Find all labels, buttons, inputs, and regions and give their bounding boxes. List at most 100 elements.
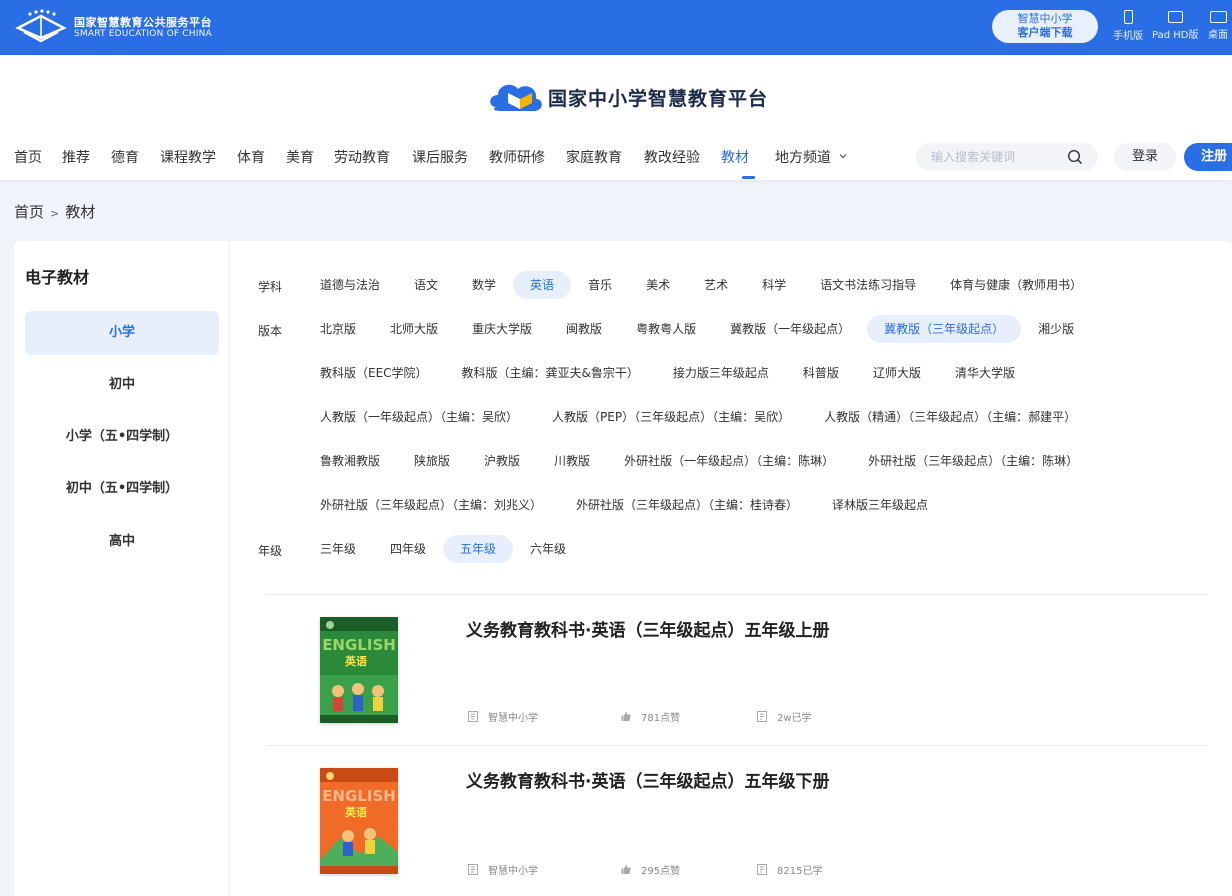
search-icon[interactable] [1067,149,1083,165]
nav-home[interactable]: 首页 [14,147,62,169]
book-learners: 8215已学 [757,862,822,877]
download-line-1: 智慧中小学 [1017,12,1073,25]
edition-option[interactable]: 北师大版 [373,315,455,343]
download-line-2: 客户端下载 [1017,26,1073,39]
edition-option[interactable]: 外研社版（一年级起点）（主编：陈琳） [607,447,851,475]
client-download-button[interactable]: 智慧中小学 客户端下载 [992,10,1098,43]
edition-option[interactable]: 闽教版 [549,315,619,343]
book-cover-art: ENGLISH 英语 [320,768,398,874]
subject-option[interactable]: 语文 [397,271,455,299]
search-input[interactable] [931,148,1061,166]
sidebar-item-senior[interactable]: 高中 [25,520,219,564]
textbook-card[interactable]: ENGLISH 英语 义务教育教科书·英语（三年级起点）五年级上册 智慧中小学 … [266,595,1208,745]
subject-option[interactable]: 语文书法练习指导 [803,271,933,299]
device-phone-label: 手机版 [1113,31,1143,42]
textbook-panel: 学科 道德与法治 语文 数学 英语 音乐 美术 艺术 科学 语文书法练习指导 体… [230,241,1232,896]
edition-filter-row: 外研社版（三年级起点）（主编：刘兆义） 外研社版（三年级起点）（主编：桂诗春） … [303,491,945,519]
breadcrumb-home[interactable]: 首页 [14,203,44,221]
login-button[interactable]: 登录 [1114,143,1176,171]
learners-count: 2w已学 [777,713,812,724]
device-desktop[interactable]: 桌面 [1208,10,1228,41]
edition-option[interactable]: 北京版 [303,315,373,343]
nav-reform[interactable]: 教改经验 [644,147,721,169]
edition-option[interactable]: 川教版 [537,447,607,475]
nav-family[interactable]: 家庭教育 [566,147,644,169]
device-phone[interactable]: 手机版 [1113,10,1143,42]
edition-option[interactable]: 重庆大学版 [455,315,549,343]
edition-option[interactable]: 冀教版（一年级起点） [713,315,867,343]
nav-local[interactable]: 地方频道 [775,147,853,169]
nav-arts[interactable]: 美育 [286,147,334,169]
subject-option[interactable]: 艺术 [687,271,745,299]
breadcrumb-separator: > [50,207,60,220]
platform-name-en: SMART EDUCATION OF CHINA [74,29,212,39]
nav-textbooks[interactable]: 教材 [721,147,775,179]
edition-option[interactable]: 外研社版（三年级起点）（主编：陈琳） [851,447,1095,475]
likes-count: 295点赞 [641,866,681,877]
sidebar-title: 电子教材 [25,268,90,287]
sidebar-item-junior-54[interactable]: 初中（五•四学制） [25,467,219,511]
platform-name: 国家智慧教育公共服务平台 [74,16,212,29]
search-box [916,143,1098,171]
edition-option-selected[interactable]: 冀教版（三年级起点） [867,315,1022,343]
edition-option[interactable]: 鲁教湘教版 [303,447,397,475]
edition-option[interactable]: 清华大学版 [938,359,1032,387]
edition-filter-row: 鲁教湘教版 陕旅版 沪教版 川教版 外研社版（一年级起点）（主编：陈琳） 外研社… [303,447,1095,475]
subject-option[interactable]: 道德与法治 [303,271,397,299]
nav-recommend[interactable]: 推荐 [62,147,111,169]
edition-option[interactable]: 人教版（精通）（三年级起点）（主编：郝建平） [807,403,1093,431]
subject-option[interactable]: 音乐 [571,271,629,299]
breadcrumb-current: 教材 [65,203,96,221]
nav-courses[interactable]: 课程教学 [160,147,237,169]
book-title[interactable]: 义务教育教科书·英语（三年级起点）五年级下册 [466,767,829,792]
sidebar-item-junior[interactable]: 初中 [25,363,219,407]
edition-filter-row: 教科版（EEC学院） 教科版（主编：龚亚夫&鲁宗干） 接力版三年级起点 科普版 … [303,359,1032,387]
textbook-card[interactable]: ENGLISH 英语 义务教育教科书·英语（三年级起点）五年级下册 智慧中小学 … [266,746,1208,896]
grade-option[interactable]: 三年级 [303,535,373,563]
thumbs-up-icon [621,712,631,721]
grade-option[interactable]: 六年级 [513,535,583,563]
edition-option[interactable]: 科普版 [786,359,856,387]
nav-sports[interactable]: 体育 [237,147,286,169]
subject-option[interactable]: 数学 [455,271,513,299]
likes-count: 781点赞 [641,713,681,724]
edition-option[interactable]: 外研社版（三年级起点）（主编：桂诗春） [559,491,815,519]
subject-option[interactable]: 体育与健康（教师用书） [933,271,1099,299]
edition-option[interactable]: 湘少版 [1021,315,1091,343]
sidebar-item-primary-54[interactable]: 小学（五•四学制） [25,415,219,459]
edition-option[interactable]: 人教版（PEP）（三年级起点）（主编：吴欣） [535,403,807,431]
book-cover-art: ENGLISH 英语 [320,617,398,723]
publisher-name: 智慧中小学 [488,866,538,877]
edition-option[interactable]: 人教版（一年级起点）（主编：吴欣） [303,403,535,431]
edition-option[interactable]: 教科版（主编：龚亚夫&鲁宗干） [445,359,656,387]
chevron-down-icon [840,154,847,159]
edition-option[interactable]: 沪教版 [467,447,537,475]
book-title[interactable]: 义务教育教科书·英语（三年级起点）五年级上册 [466,616,829,641]
subject-option[interactable]: 美术 [629,271,687,299]
edition-option[interactable]: 陕旅版 [397,447,467,475]
nav-after-school[interactable]: 课后服务 [412,147,489,169]
edition-option[interactable]: 译林版三年级起点 [815,491,945,519]
nav-labor[interactable]: 劳动教育 [334,147,412,169]
nav-teacher-training[interactable]: 教师研修 [489,147,566,169]
edition-option[interactable]: 辽师大版 [856,359,938,387]
subject-option[interactable]: 科学 [745,271,803,299]
book-publisher: 智慧中小学 [468,709,538,724]
grade-option[interactable]: 四年级 [373,535,443,563]
cover-title-cn: 英语 [344,654,367,668]
book-publisher: 智慧中小学 [468,862,538,877]
edition-option[interactable]: 外研社版（三年级起点）（主编：刘兆义） [303,491,559,519]
book-cover-image[interactable]: ENGLISH 英语 [320,768,398,874]
register-button[interactable]: 注册 [1184,143,1232,171]
edition-option[interactable]: 接力版三年级起点 [656,359,786,387]
device-pad-label: Pad HD版 [1152,30,1199,41]
device-pad[interactable]: Pad HD版 [1152,10,1198,41]
desktop-icon [1209,11,1227,23]
edition-option[interactable]: 粤教粤人版 [619,315,713,343]
grade-option-selected[interactable]: 五年级 [443,535,514,563]
edition-option[interactable]: 教科版（EEC学院） [303,359,445,387]
book-cover-image[interactable]: ENGLISH 英语 [320,617,398,723]
subject-option-selected[interactable]: 英语 [513,271,572,299]
sidebar-item-primary[interactable]: 小学 [25,311,219,355]
nav-moral[interactable]: 德育 [111,147,160,169]
